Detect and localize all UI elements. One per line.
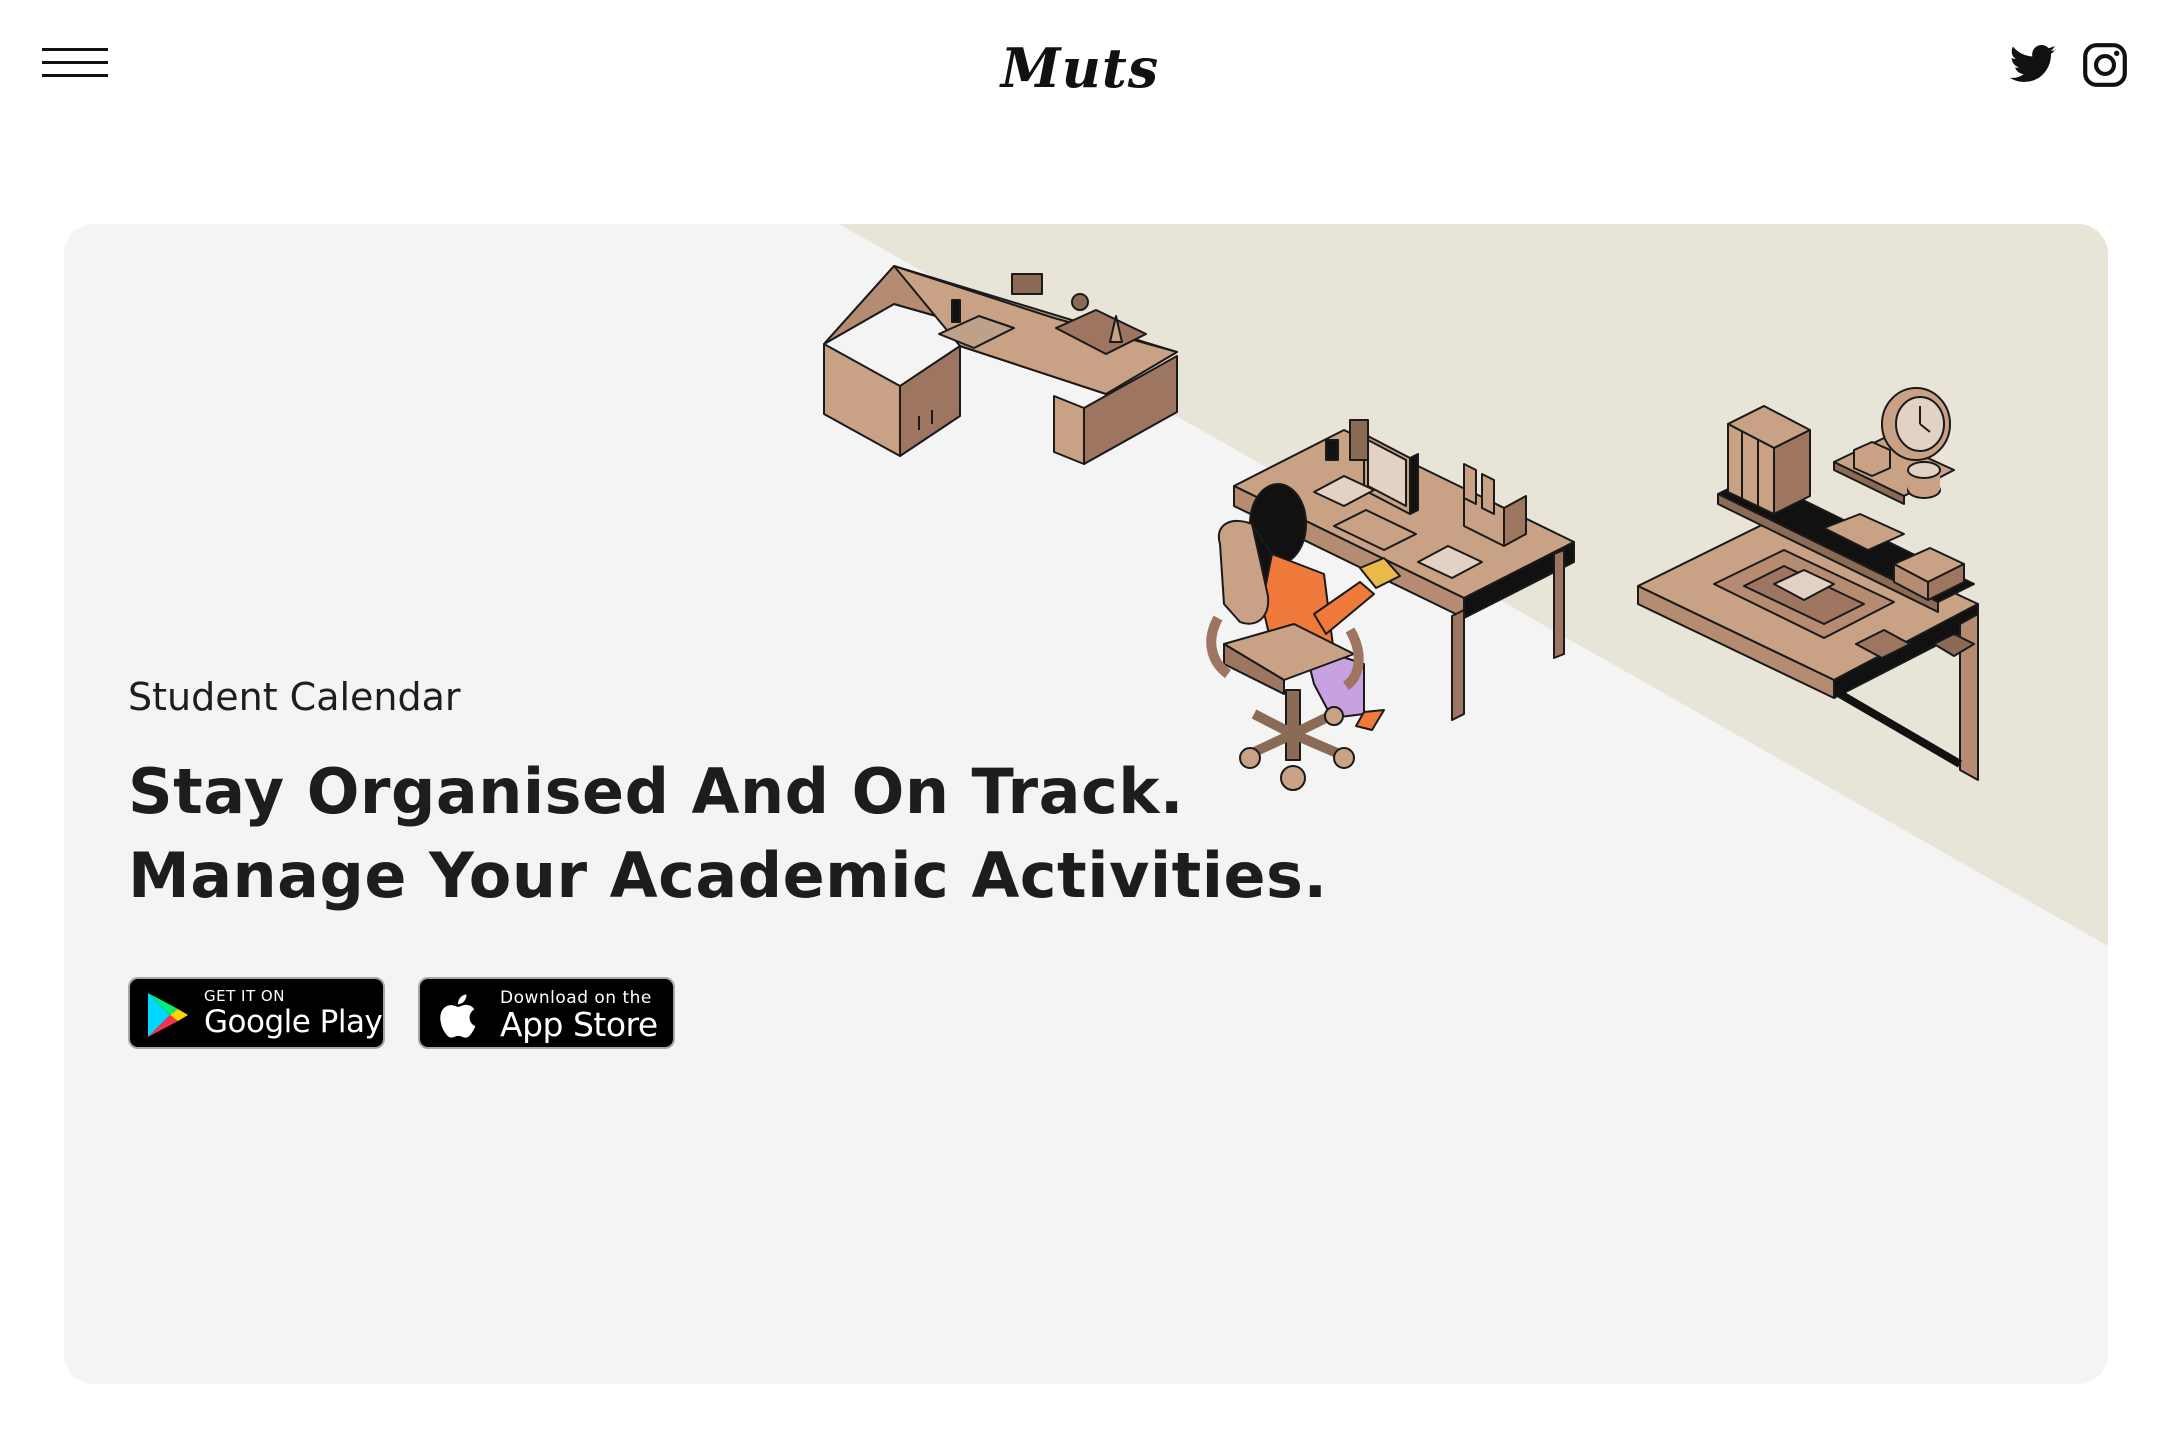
hero-eyebrow: Student Calendar [128, 675, 461, 719]
google-play-icon [148, 993, 188, 1037]
hero-headline: Stay Organised And On Track. Manage Your… [128, 750, 1328, 918]
twitter-icon[interactable] [2008, 40, 2058, 90]
app-store-big-text: App Store [500, 1005, 658, 1044]
app-store-badge[interactable]: Download on the App Store [418, 977, 675, 1049]
google-play-big-text: Google Play [204, 1004, 383, 1040]
headline-line-2: Manage Your Academic Activities. [128, 839, 1328, 912]
site-logo[interactable]: Muts [0, 36, 2160, 100]
google-play-badge[interactable]: GET IT ON Google Play [128, 977, 385, 1049]
instagram-icon[interactable] [2080, 40, 2130, 90]
headline-line-1: Stay Organised And On Track. [128, 755, 1184, 828]
google-play-small-text: GET IT ON [204, 987, 285, 1005]
hero-card: Student Calendar Stay Organised And On T… [64, 224, 2108, 1384]
apple-icon [440, 994, 476, 1038]
